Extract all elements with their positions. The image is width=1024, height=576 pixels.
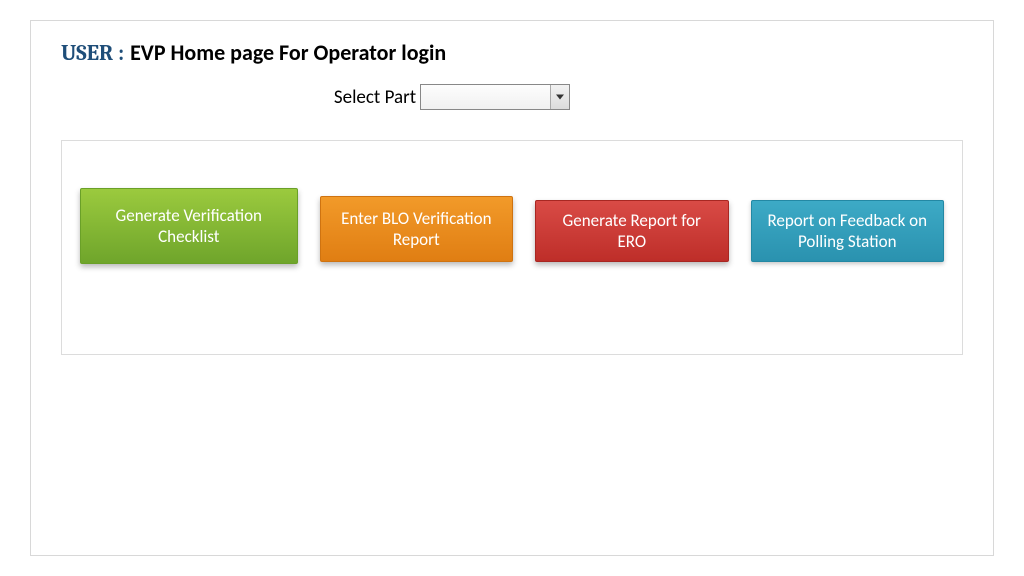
chevron-down-icon bbox=[556, 95, 564, 100]
header-row: USER : EVP Home page For Operator login bbox=[61, 39, 963, 66]
enter-blo-verification-report-button[interactable]: Enter BLO Verification Report bbox=[320, 196, 513, 262]
main-container: USER : EVP Home page For Operator login … bbox=[30, 20, 994, 556]
actions-panel: Generate Verification Checklist Enter BL… bbox=[61, 140, 963, 355]
select-part-dropdown[interactable] bbox=[420, 84, 570, 110]
select-part-label: Select Part bbox=[334, 86, 416, 109]
report-feedback-polling-station-button[interactable]: Report on Feedback on Polling Station bbox=[751, 200, 944, 262]
generate-verification-checklist-button[interactable]: Generate Verification Checklist bbox=[80, 188, 298, 264]
generate-report-for-ero-button[interactable]: Generate Report for ERO bbox=[535, 200, 728, 262]
select-part-row: Select Part bbox=[0, 84, 963, 110]
page-title: EVP Home page For Operator login bbox=[130, 39, 446, 66]
user-prefix-label: USER : bbox=[61, 40, 124, 66]
